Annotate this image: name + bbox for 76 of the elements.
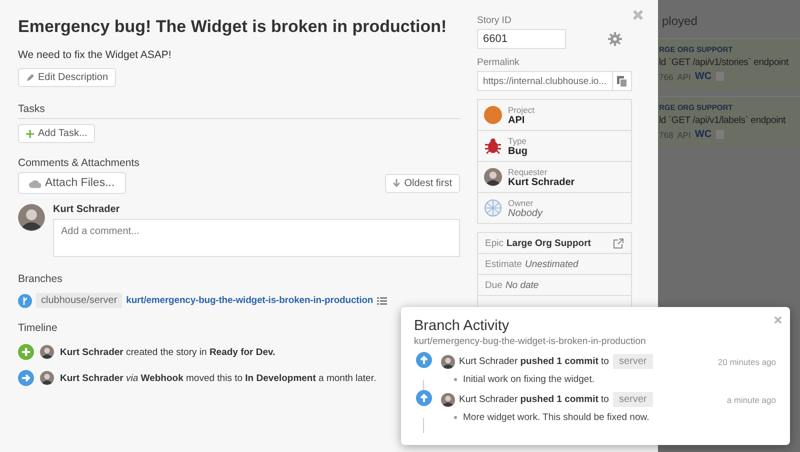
add-task-button[interactable]: Add Task... [18,124,96,143]
detail-label: Estimate [485,258,522,270]
avatar-icon [18,204,45,231]
arrow-right-icon [18,370,34,386]
story-title: Emergency bug! The Widget is broken in production! [18,17,448,37]
field-value[interactable]: Bug [508,146,528,156]
permalink-field[interactable]: https://internal.clubhouse.io... [477,71,613,91]
detail-label: Due [485,280,502,290]
avatar-icon [484,168,502,186]
comment-field[interactable]: Add a comment... [53,219,460,257]
push-event: Kurt Schrader pushed 1 commit to [459,394,609,405]
avatar-icon [441,392,455,406]
copy-icon [617,76,627,86]
field-value[interactable]: API [508,114,534,126]
branch-link[interactable]: kurt/emergency-bug-the-widget-is-broken-in-production [126,295,374,306]
timeline-entry: Kurt Schrader via Webhook moved this to In Development a month later. [60,372,376,384]
edit-description-button[interactable]: Edit Description [18,68,116,87]
timeline-entry: Kurt Schrader created the story in Ready for Dev. [60,346,276,358]
close-icon[interactable] [632,9,644,21]
field-label: Project [508,104,534,114]
card-title: ld `GET /api/v1/stories` endpoint [659,57,790,68]
project-dot-icon [484,106,502,124]
comments-heading: Comments & Attachments [18,157,140,169]
close-icon[interactable] [774,316,782,324]
list-icon[interactable] [377,296,388,304]
owner-initials: WC [694,129,712,140]
popup-title: Branch Activity [414,318,510,334]
field-label: Type [508,136,528,146]
plus-icon [18,344,34,360]
avatar-icon [441,354,455,368]
field-label: Requester [508,166,548,176]
event-time: 20 minutes ago [718,356,776,366]
arrow-up-icon [416,352,432,368]
detail-value[interactable]: Unestimated [524,258,578,270]
field-value[interactable]: Kurt Schrader [508,176,575,188]
branches-heading: Branches [18,273,62,285]
task-icon [716,130,724,139]
pencil-icon [26,74,34,82]
timeline-heading: Timeline [18,322,58,334]
bug-icon [484,137,502,155]
detail-label: Epic [485,238,504,248]
field-label: Owner [508,198,534,208]
tasks-heading: Tasks [18,103,45,115]
copy-button[interactable] [613,71,632,91]
story-id-field[interactable]: 6601 [477,29,566,49]
plus-icon [26,130,34,138]
avatar-icon [40,345,54,359]
task-icon [716,72,724,81]
owner-initials: WC [694,71,712,82]
repo-tag: clubhouse/server [36,293,122,308]
push-event: Kurt Schrader pushed 1 commit to [459,356,609,367]
branch-name: kurt/emergency-bug-the-widget-is-broken-in-production [414,336,646,347]
field-value[interactable]: Nobody [508,208,542,218]
settings-icon[interactable] [608,32,622,46]
event-time: a minute ago [726,394,776,404]
column-title: ployed [661,13,698,30]
attach-files-button[interactable]: Attach Files... [18,172,126,194]
detail-value[interactable]: Large Org Support [506,238,591,248]
avatar-icon [40,371,54,385]
external-link-icon[interactable] [613,238,624,248]
repo-tag: server [612,392,653,407]
commenter-name: Kurt Schrader [53,204,121,215]
story-description: We need to fix the Widget ASAP! [18,49,172,61]
commit-message: Initial work on fixing the widget. [463,374,594,385]
sort-button[interactable]: Oldest first [385,174,460,192]
card-title: ld `GET /api/v1/labels` endpoint [659,115,786,126]
commit-message: More widget work. This should be fixed now. [463,412,650,423]
globe-icon [484,199,502,217]
branch-icon [18,294,32,308]
story-id-label: Story ID [477,15,512,26]
permalink-label: Permalink [477,57,520,68]
arrow-up-icon [416,390,432,406]
arrow-down-icon [393,179,400,187]
repo-tag: server [612,354,653,369]
detail-value[interactable]: No date [505,280,539,290]
cloud-icon [29,178,41,188]
